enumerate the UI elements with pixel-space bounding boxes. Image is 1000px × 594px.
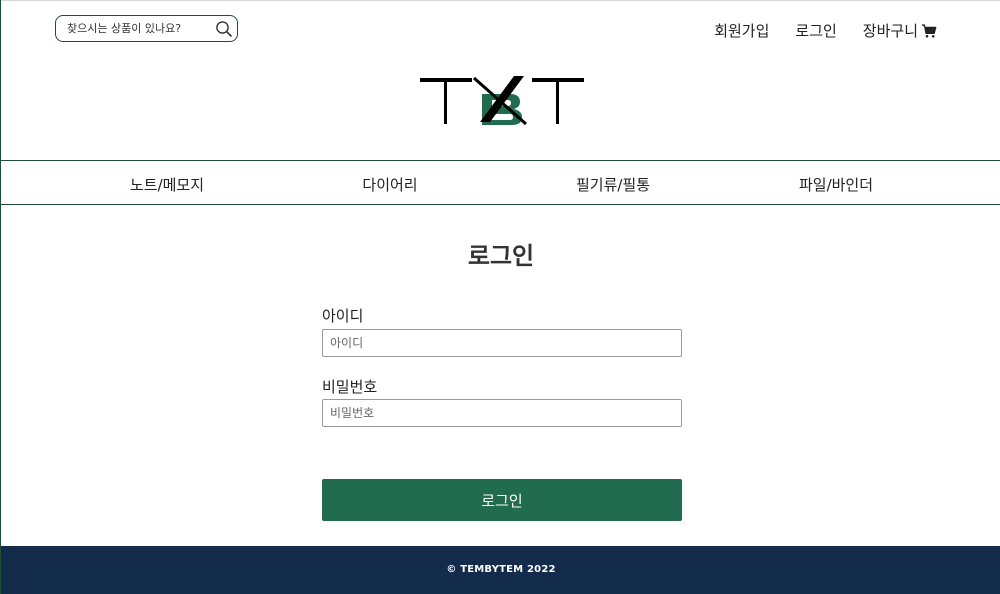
category-notes[interactable]: 노트/메모지 [130,174,204,195]
category-writing-tools[interactable]: 필기류/필통 [576,174,650,195]
category-files-binders[interactable]: 파일/바인더 [799,174,873,195]
cart-link-label: 장바구니 [862,22,918,40]
category-diary[interactable]: 다이어리 [362,174,417,195]
login-button[interactable]: 로그인 [322,479,682,521]
login-link[interactable]: 로그인 [795,20,836,41]
password-input[interactable] [322,399,682,427]
page-title: 로그인 [467,242,535,270]
search-input[interactable] [67,16,217,41]
site-header: 회원가입 로그인 장바구니 [1,0,1000,160]
login-link-label: 로그인 [795,22,837,40]
signup-link-label: 회원가입 [714,22,770,40]
signup-link[interactable]: 회원가입 [714,20,769,41]
password-label: 비밀번호 [322,378,378,396]
category-nav: 노트/메모지 다이어리 필기류/필통 파일/바인더 [1,160,1000,205]
cart-icon [921,23,937,39]
cart-link[interactable]: 장바구니 [863,20,937,41]
id-input[interactable] [322,329,682,357]
site-footer: © TEMBYTEM 2022 [1,546,1000,594]
copyright-text: © TEMBYTEM 2022 [446,564,556,575]
site-logo[interactable] [420,74,584,126]
search-icon[interactable] [215,20,233,38]
id-label: 아이디 [322,307,364,325]
account-nav: 회원가입 로그인 장바구니 [688,20,937,41]
search-bar [55,15,238,42]
